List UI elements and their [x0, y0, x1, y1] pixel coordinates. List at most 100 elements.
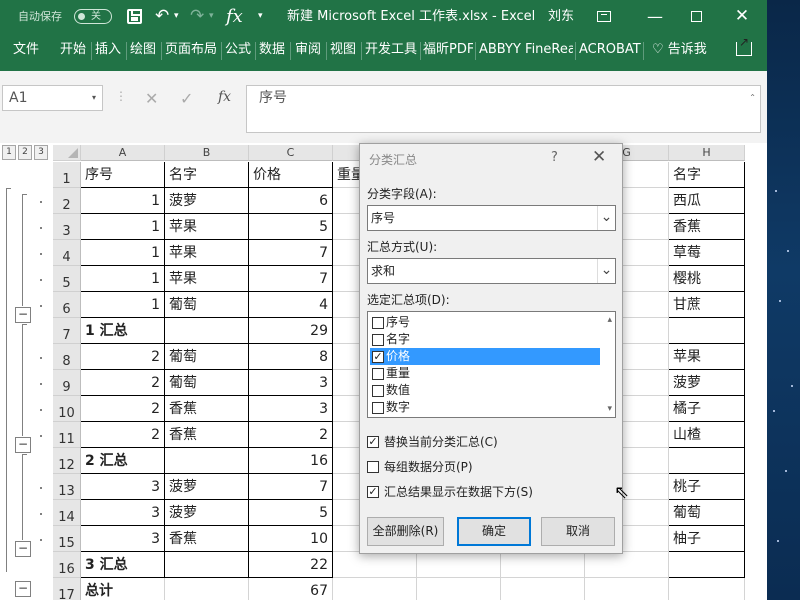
table-cell[interactable]: 序号	[81, 162, 165, 188]
table-cell[interactable]: 3 汇总	[81, 552, 165, 578]
user-name[interactable]: 刘东	[548, 0, 574, 33]
table-cell[interactable]: 樱桃	[669, 266, 745, 292]
table-cell[interactable]: 菠萝	[669, 370, 745, 396]
table-cell[interactable]	[333, 552, 417, 578]
table-cell[interactable]: 苹果	[165, 240, 249, 266]
column-header-col-a[interactable]: A	[81, 145, 165, 161]
function-select[interactable]: 求和 ⌄	[367, 258, 616, 284]
save-icon[interactable]	[127, 9, 142, 24]
column-header-col-h[interactable]: H	[669, 145, 745, 161]
insert-function-qat-icon[interactable]: fx	[226, 0, 243, 33]
row-header[interactable]: 2	[53, 188, 81, 214]
table-cell[interactable]: 3	[81, 474, 165, 500]
row-header[interactable]: 16	[53, 552, 81, 578]
table-cell[interactable]: 菠萝	[165, 474, 249, 500]
list-item[interactable]: 重量	[370, 365, 600, 382]
tell-me-search[interactable]: ♡ 告诉我	[652, 33, 707, 71]
table-cell[interactable]: 1	[81, 266, 165, 292]
tab-file[interactable]: 文件	[13, 33, 43, 71]
collapse-group-button[interactable]: −	[15, 541, 31, 557]
table-cell[interactable]: 1	[81, 292, 165, 318]
tab-page-layout[interactable]: 页面布局	[165, 33, 219, 71]
share-icon[interactable]	[736, 35, 752, 56]
chevron-down-icon[interactable]: ⌄	[597, 206, 615, 230]
scroll-down-icon[interactable]: ▾	[607, 404, 612, 414]
table-cell[interactable]: 7	[249, 266, 333, 292]
table-cell[interactable]: 2	[81, 422, 165, 448]
row-header[interactable]: 1	[53, 162, 81, 188]
table-cell[interactable]: 1	[81, 214, 165, 240]
table-cell[interactable]: 16	[249, 448, 333, 474]
row-header[interactable]: 13	[53, 474, 81, 500]
row-header[interactable]: 3	[53, 214, 81, 240]
row-header[interactable]: 11	[53, 422, 81, 448]
table-cell[interactable]: 葡萄	[165, 370, 249, 396]
row-header[interactable]: 8	[53, 344, 81, 370]
checkbox-box[interactable]: ✓	[367, 486, 379, 498]
empty-cell[interactable]	[585, 578, 669, 600]
chevron-down-icon[interactable]: ⌄	[597, 259, 615, 283]
table-cell[interactable]: 2	[81, 370, 165, 396]
table-cell[interactable]: 葡萄	[165, 344, 249, 370]
tab-insert[interactable]: 插入	[95, 33, 123, 71]
select-all-button[interactable]	[53, 145, 81, 161]
table-cell[interactable]: 桃子	[669, 474, 745, 500]
group-field-select[interactable]: 序号 ⌄	[367, 205, 616, 231]
autosave-toggle[interactable]: 关	[74, 9, 112, 24]
table-cell[interactable]	[669, 578, 745, 600]
minimize-button[interactable]: —	[640, 0, 670, 33]
scroll-up-icon[interactable]: ▴	[607, 315, 612, 325]
table-cell[interactable]: 香蕉	[165, 526, 249, 552]
enter-icon[interactable]: ✓	[180, 89, 193, 108]
table-cell[interactable]: 苹果	[165, 214, 249, 240]
table-cell[interactable]	[333, 578, 417, 600]
empty-cell[interactable]	[501, 578, 585, 600]
table-cell[interactable]	[165, 552, 249, 578]
table-cell[interactable]: 3	[249, 370, 333, 396]
table-cell[interactable]	[669, 552, 745, 578]
table-cell[interactable]: 2	[249, 422, 333, 448]
list-item[interactable]: 数字	[370, 399, 600, 416]
redo-icon[interactable]: ↷	[190, 0, 204, 33]
formula-input[interactable]: 序号 ⌃	[246, 85, 761, 133]
tab-foxit-pdf[interactable]: 福昕PDF	[423, 33, 473, 71]
insert-function-icon[interactable]: fx	[218, 89, 231, 105]
tab-home[interactable]: 开始	[60, 33, 88, 71]
customize-qat-icon[interactable]: ▾	[258, 0, 263, 33]
list-item[interactable]: 名字	[370, 331, 600, 348]
table-cell[interactable]: 3	[81, 526, 165, 552]
table-cell[interactable]: 价格	[249, 162, 333, 188]
tab-draw[interactable]: 绘图	[130, 33, 158, 71]
tab-view[interactable]: 视图	[330, 33, 358, 71]
checkbox-box[interactable]	[372, 317, 384, 329]
table-cell[interactable]: 山楂	[669, 422, 745, 448]
list-item[interactable]: 序号	[370, 314, 600, 331]
collapse-group-button[interactable]: −	[15, 307, 31, 323]
table-cell[interactable]: 3	[249, 396, 333, 422]
empty-cell[interactable]	[417, 578, 501, 600]
close-window-button[interactable]: ✕	[730, 0, 754, 33]
table-cell[interactable]: 5	[249, 500, 333, 526]
table-cell[interactable]	[669, 318, 745, 344]
help-button[interactable]: ?	[551, 150, 558, 165]
expand-formula-bar-icon[interactable]: ⌃	[749, 86, 756, 110]
table-cell[interactable]: 10	[249, 526, 333, 552]
checkbox-box[interactable]: ✓	[367, 436, 379, 448]
table-cell[interactable]: 草莓	[669, 240, 745, 266]
row-header[interactable]: 4	[53, 240, 81, 266]
table-cell[interactable]: 苹果	[669, 344, 745, 370]
table-cell[interactable]: 1 汇总	[81, 318, 165, 344]
table-cell[interactable]: 2 汇总	[81, 448, 165, 474]
collapse-group-button[interactable]: −	[15, 581, 31, 597]
table-cell[interactable]: 葡萄	[165, 292, 249, 318]
table-cell[interactable]: 67	[249, 578, 333, 600]
tab-formulas[interactable]: 公式	[225, 33, 253, 71]
column-header-col-b[interactable]: B	[165, 145, 249, 161]
table-cell[interactable]: 5	[249, 214, 333, 240]
table-cell[interactable]: 7	[249, 240, 333, 266]
table-cell[interactable]: 22	[249, 552, 333, 578]
maximize-button[interactable]	[691, 11, 702, 22]
collapse-group-button[interactable]: −	[15, 437, 31, 453]
cancel-button[interactable]: 取消	[541, 517, 615, 546]
outline-level-1-button[interactable]: 1	[2, 145, 16, 160]
